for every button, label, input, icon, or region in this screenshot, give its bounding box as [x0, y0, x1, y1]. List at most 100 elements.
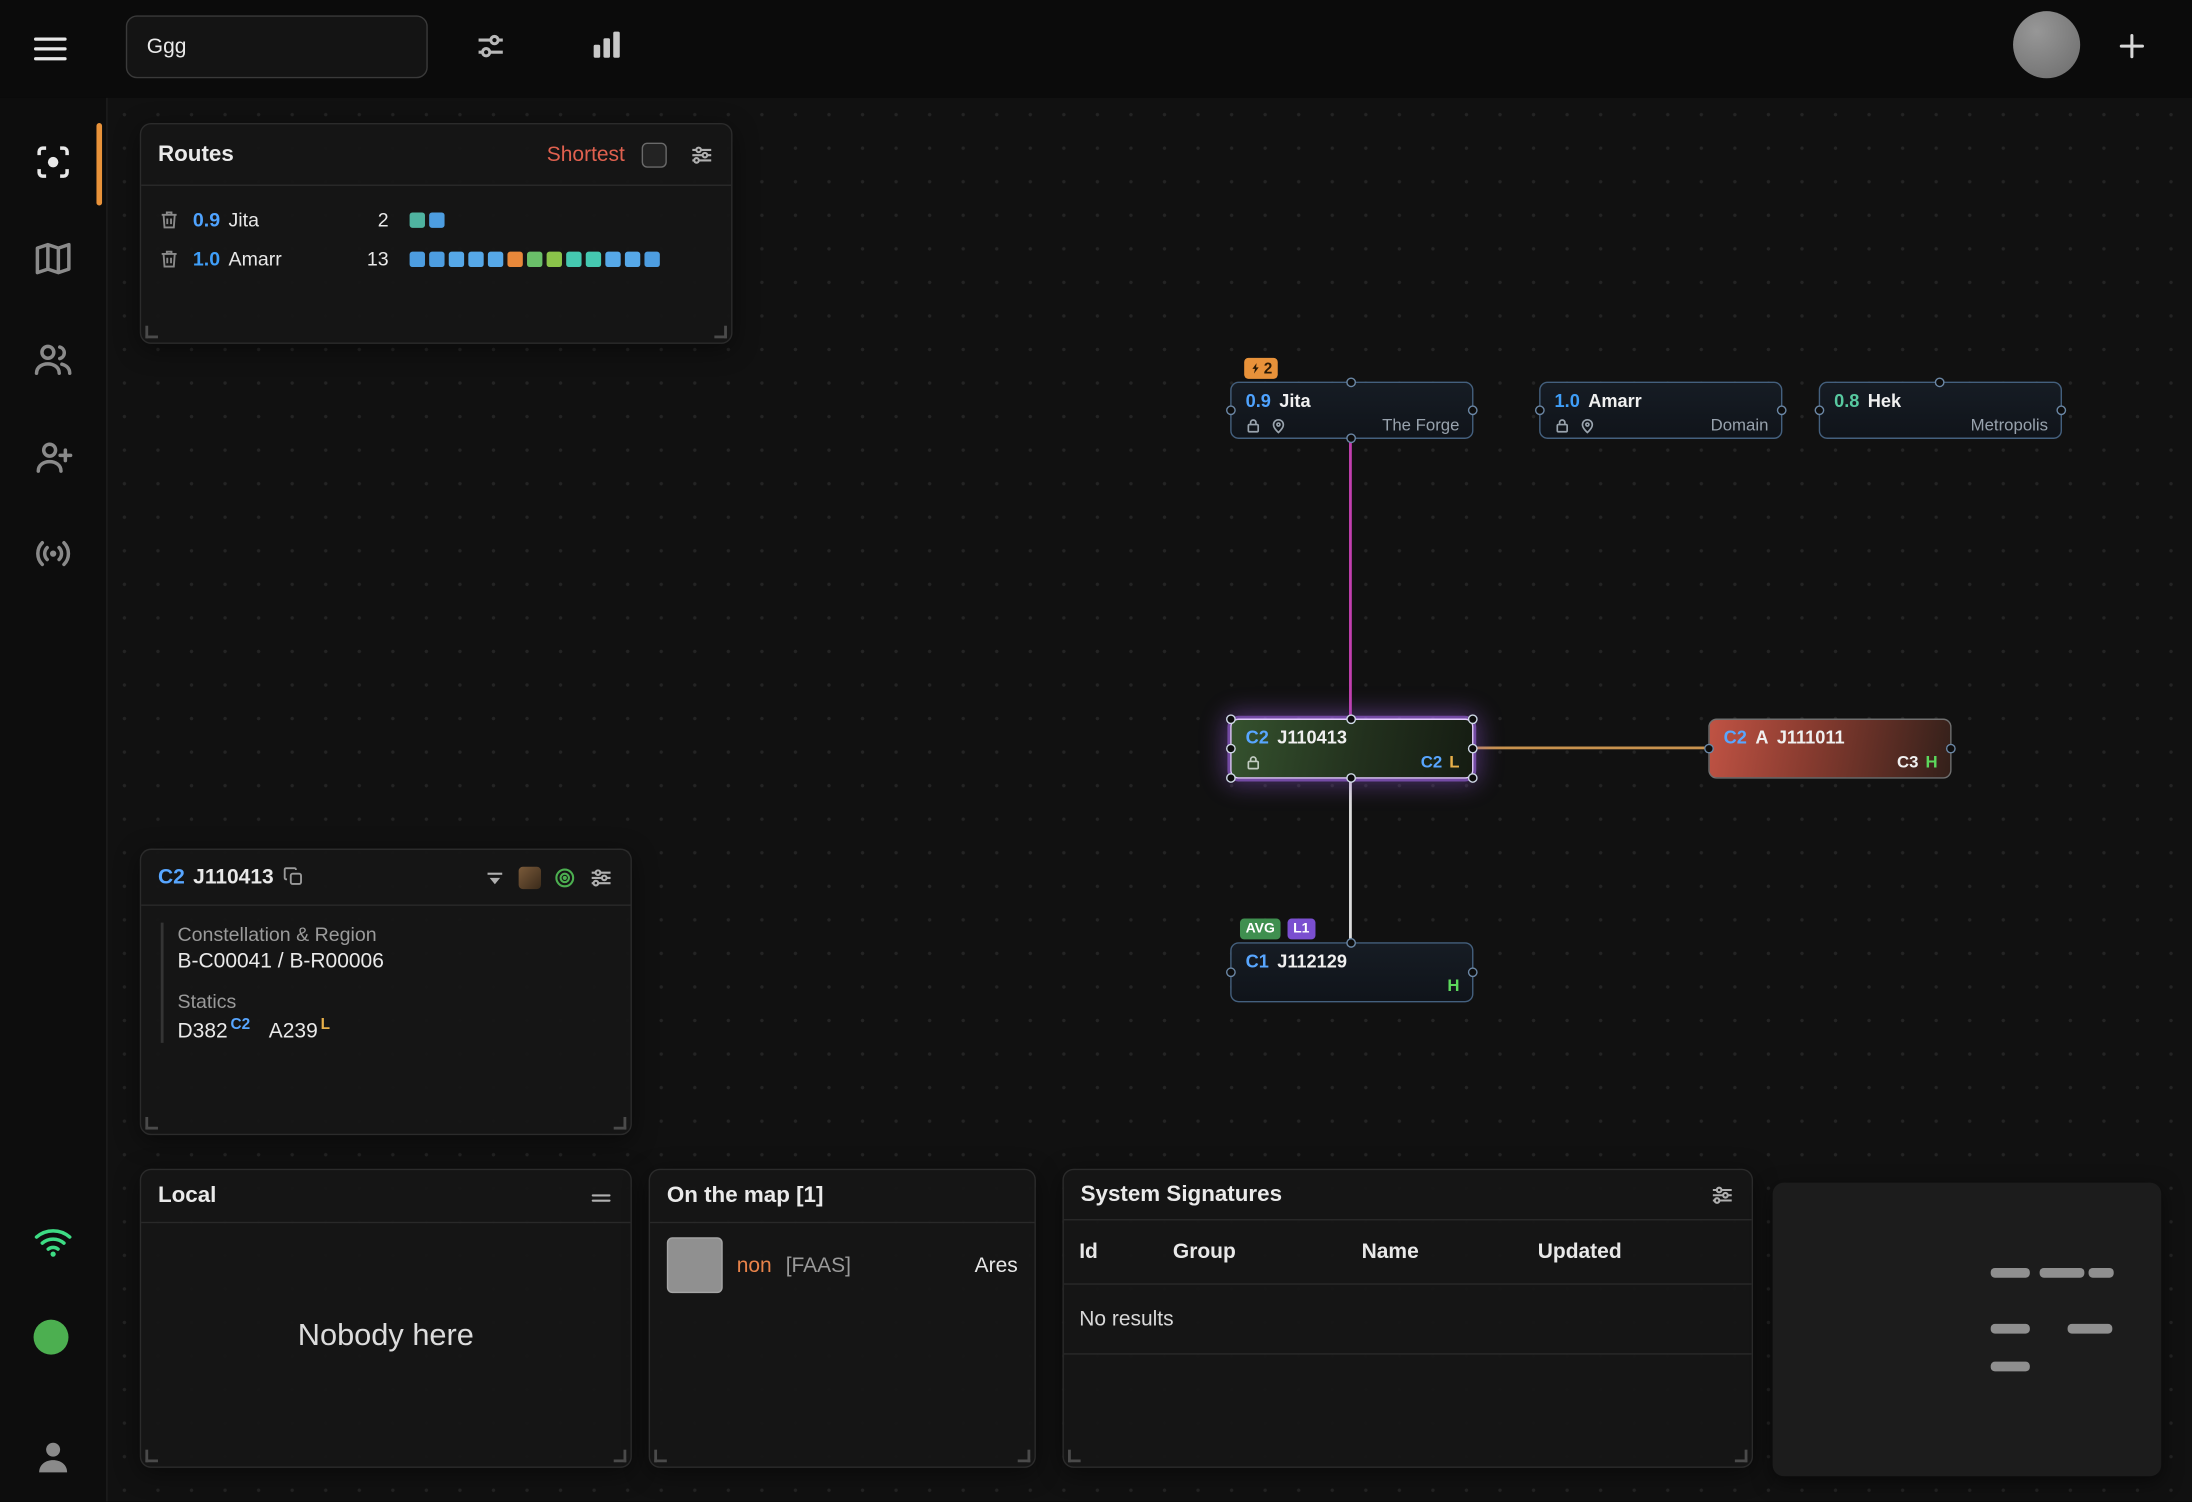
resize-handle[interactable] — [145, 326, 158, 339]
connection-point[interactable] — [1468, 743, 1478, 753]
on-the-map-panel: On the map [1] non [FAAS] Ares — [649, 1169, 1036, 1468]
signatures-table-header: Id Group Name Updated — [1064, 1220, 1752, 1284]
map-filters-icon[interactable] — [473, 28, 512, 67]
collapse-icon[interactable] — [482, 865, 507, 890]
resize-handle[interactable] — [614, 1450, 627, 1463]
connection-point[interactable] — [1346, 714, 1356, 724]
shortest-checkbox[interactable] — [642, 142, 667, 167]
column-updated[interactable]: Updated — [1538, 1240, 1752, 1264]
system-settings-icon[interactable] — [589, 865, 614, 890]
signatures-header[interactable]: System Signatures — [1064, 1170, 1752, 1220]
column-id[interactable]: Id — [1079, 1240, 1173, 1264]
delete-route-icon[interactable] — [158, 247, 180, 269]
sidebar-item-tracking[interactable] — [32, 141, 74, 183]
connection-point[interactable] — [1346, 433, 1356, 443]
map-node-j111011[interactable]: C2 A J111011 C3 H — [1708, 719, 1951, 779]
target-tracking-icon[interactable] — [552, 865, 577, 890]
resize-handle[interactable] — [614, 1117, 627, 1130]
resize-handle[interactable] — [145, 1117, 158, 1130]
sidebar-item-broadcast[interactable] — [32, 533, 74, 575]
connection-point[interactable] — [1346, 773, 1356, 783]
route-hop-square — [625, 251, 640, 266]
left-sidebar — [0, 98, 108, 1502]
sidebar-item-maps[interactable] — [32, 238, 74, 280]
sidebar-item-profile[interactable] — [32, 1436, 74, 1478]
map-name-input[interactable] — [126, 15, 428, 78]
activity-stats-icon[interactable] — [587, 25, 626, 64]
signatures-settings-icon[interactable] — [1710, 1182, 1735, 1207]
map-edge-j110413-j111011[interactable] — [1473, 747, 1708, 750]
connection-point[interactable] — [1815, 405, 1825, 415]
connection-point[interactable] — [1468, 967, 1478, 977]
static-entry: A239L — [269, 1019, 330, 1043]
route-hop-square — [429, 251, 444, 266]
lightning-icon — [1250, 361, 1263, 376]
connection-point[interactable] — [1226, 743, 1236, 753]
region-name: Metropolis — [1971, 415, 2048, 435]
sidebar-item-characters[interactable] — [32, 338, 74, 380]
connection-point[interactable] — [1777, 405, 1787, 415]
system-name: J111011 — [1777, 727, 1845, 748]
connection-point[interactable] — [1346, 938, 1356, 948]
map-node-j112129[interactable]: AVG L1 C1 J112129 H — [1230, 942, 1473, 1002]
system-effect-thumbnail[interactable] — [519, 866, 541, 888]
on-the-map-header[interactable]: On the map [1] — [650, 1170, 1034, 1223]
connection-point[interactable] — [1704, 743, 1714, 753]
routes-title: Routes — [158, 142, 234, 167]
resize-handle[interactable] — [145, 1450, 158, 1463]
local-list-options-icon[interactable] — [589, 1183, 614, 1208]
statics-section-label: Statics — [178, 990, 611, 1012]
minimap-widget[interactable] — [1773, 1183, 2162, 1477]
resize-handle[interactable] — [1068, 1450, 1081, 1463]
connection-point[interactable] — [1226, 967, 1236, 977]
map-node-jita[interactable]: 2 0.9 Jita The Forge — [1230, 382, 1473, 439]
system-info-header[interactable]: C2 J110413 — [141, 850, 630, 906]
route-destination[interactable]: Amarr — [229, 247, 282, 269]
map-node-hek[interactable]: 0.8 Hek Metropolis — [1819, 382, 2062, 439]
routes-mode-label: Shortest — [547, 143, 625, 167]
resize-handle[interactable] — [714, 326, 727, 339]
route-hop-square — [449, 251, 464, 266]
connection-point[interactable] — [1468, 405, 1478, 415]
selection-handle[interactable] — [1226, 773, 1236, 783]
signatures-title: System Signatures — [1081, 1182, 1282, 1207]
system-info-panel: C2 J110413 Constellation & Region B-C000 — [140, 849, 632, 1136]
active-item-indicator — [96, 123, 102, 205]
delete-route-icon[interactable] — [158, 208, 180, 230]
map-edge-jita-j110413[interactable] — [1349, 439, 1352, 720]
routes-settings-icon[interactable] — [689, 142, 714, 167]
menu-icon[interactable] — [25, 29, 75, 68]
routes-panel-header[interactable]: Routes Shortest — [141, 124, 731, 186]
lock-icon — [1553, 416, 1571, 434]
column-name[interactable]: Name — [1362, 1240, 1538, 1264]
sidebar-item-add-character[interactable] — [32, 436, 74, 478]
connection-point[interactable] — [1946, 743, 1956, 753]
resize-handle[interactable] — [1018, 1450, 1031, 1463]
route-hop-square — [488, 251, 503, 266]
connection-point[interactable] — [2056, 405, 2066, 415]
add-map-icon[interactable] — [2114, 28, 2153, 67]
user-avatar[interactable] — [2013, 11, 2080, 78]
selection-handle[interactable] — [1226, 714, 1236, 724]
route-destination[interactable]: Jita — [229, 208, 259, 230]
local-panel-header[interactable]: Local — [141, 1170, 630, 1223]
map-node-j110413[interactable]: C2 J110413 C2 L — [1230, 719, 1473, 779]
location-pin-icon — [1269, 416, 1287, 434]
pilot-row[interactable]: non [FAAS] Ares — [650, 1223, 1034, 1307]
connection-point[interactable] — [1226, 405, 1236, 415]
avg-badge: AVG — [1240, 918, 1280, 939]
column-group[interactable]: Group — [1173, 1240, 1362, 1264]
map-edge-j110413-j112129[interactable] — [1349, 779, 1352, 944]
map-node-amarr[interactable]: 1.0 Amarr Domain — [1539, 382, 1782, 439]
route-hop-square — [507, 251, 522, 266]
connection-point[interactable] — [1935, 377, 1945, 387]
selection-handle[interactable] — [1468, 773, 1478, 783]
copy-icon[interactable] — [282, 865, 307, 890]
resize-handle[interactable] — [1735, 1450, 1748, 1463]
connection-point[interactable] — [1535, 405, 1545, 415]
resize-handle[interactable] — [654, 1450, 667, 1463]
on-the-map-title: On the map [1] — [667, 1183, 824, 1208]
system-name: Jita — [1279, 390, 1310, 411]
connection-point[interactable] — [1346, 377, 1356, 387]
selection-handle[interactable] — [1468, 714, 1478, 724]
